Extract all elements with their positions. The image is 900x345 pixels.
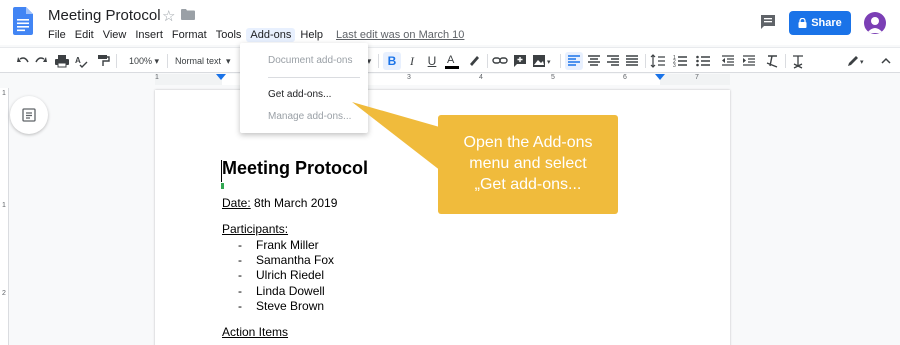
callout-line: menu and select: [469, 155, 587, 172]
callout-line: „Get add-ons...: [474, 176, 582, 193]
callout-line: Open the Add-ons: [463, 134, 593, 151]
instruction-callout: Open the Add-ons menu and select „Get ad…: [438, 115, 618, 214]
